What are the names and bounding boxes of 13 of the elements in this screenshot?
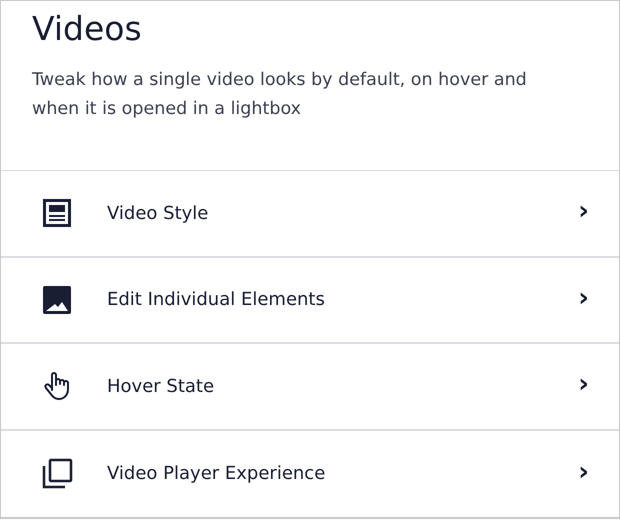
chevron-icon: › bbox=[578, 284, 589, 311]
page-title: Videos bbox=[32, 9, 143, 49]
image-icon bbox=[41, 284, 73, 316]
chevron-icon: › bbox=[578, 458, 589, 485]
copy-icon bbox=[41, 458, 73, 490]
menu-item[interactable]: Video Player Experience › bbox=[1, 430, 619, 517]
description: Tweak how a single video looks by default, on hover and when it is opened in a lightbox bbox=[32, 68, 528, 121]
menu-item[interactable]: Video Style › bbox=[1, 171, 619, 258]
layout-icon bbox=[41, 197, 73, 230]
chevron-icon: › bbox=[578, 371, 589, 398]
menu-item[interactable]: Hover State › bbox=[1, 344, 619, 430]
chevron-icon: › bbox=[578, 198, 589, 224]
menu-item[interactable]: Edit Individual Elements › bbox=[1, 258, 619, 344]
